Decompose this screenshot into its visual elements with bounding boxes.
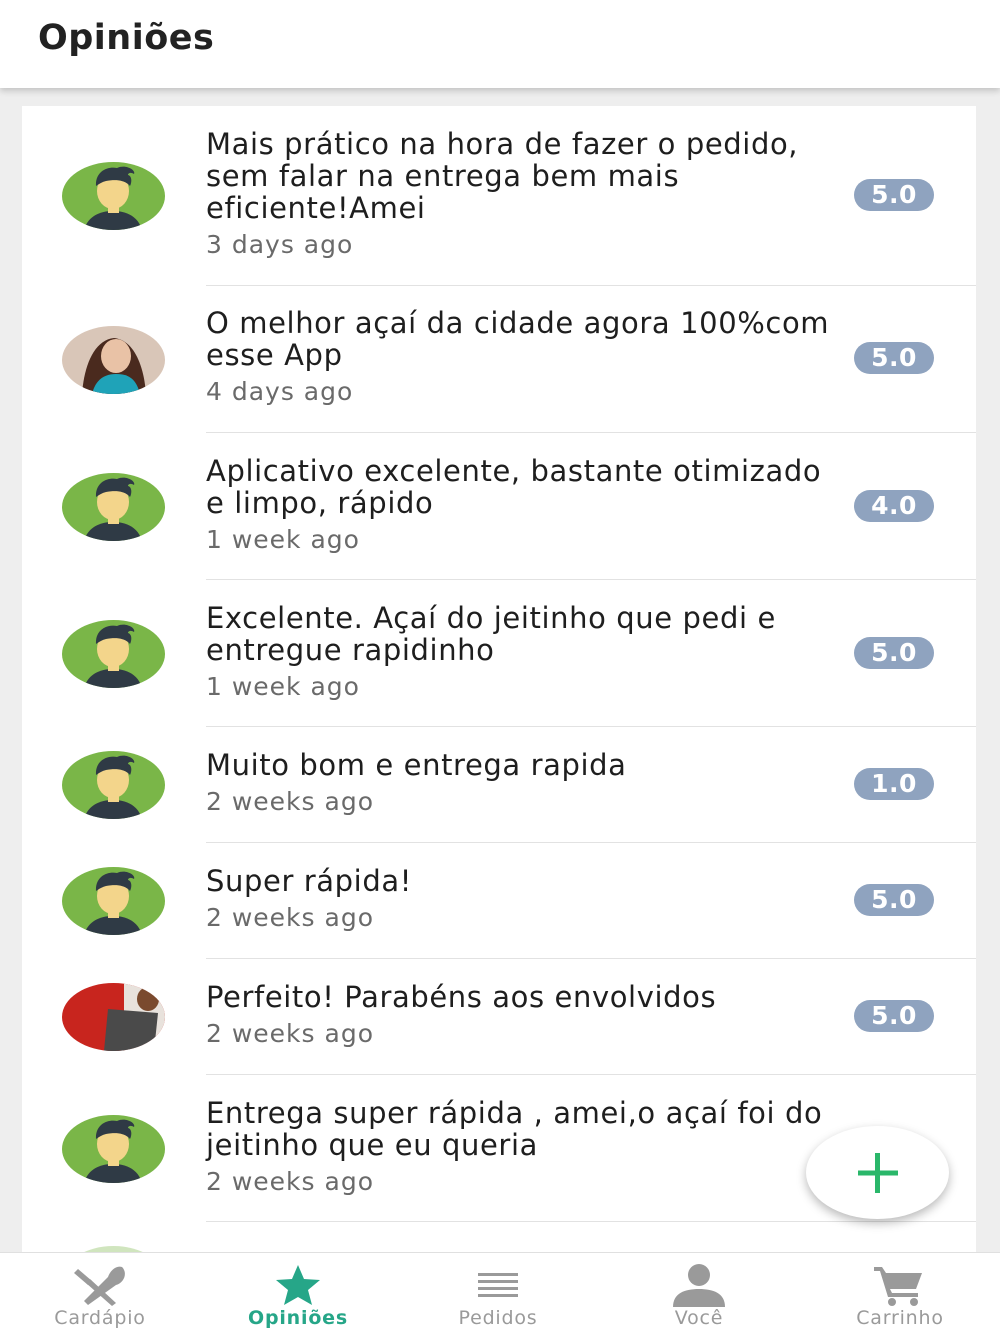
rating-badge: 5.0	[854, 1000, 934, 1032]
rating-badge: 5.0	[854, 342, 934, 374]
rating-badge: 1.0	[854, 768, 934, 800]
app-header: Opiniões	[0, 0, 1000, 88]
rating-badge: 5.0	[854, 637, 934, 669]
review-item[interactable]: Muito bom e entrega rapida 2 weeks ago 1…	[22, 727, 976, 843]
nav-label: Opiniões	[248, 1307, 348, 1329]
bottom-navigation: Cardápio Opiniões Pedidos Você Carrinho	[0, 1252, 1000, 1334]
review-text: Muito bom e entrega rapida	[206, 748, 627, 782]
review-time: 3 days ago	[206, 230, 354, 259]
rating-badge: 5.0	[854, 179, 934, 211]
list-icon	[478, 1273, 518, 1297]
nav-voce[interactable]: Você	[599, 1253, 799, 1334]
utensils-icon	[74, 1266, 125, 1306]
nav-label: Pedidos	[458, 1307, 538, 1329]
user-photo-avatar	[62, 326, 165, 394]
plus-icon	[858, 1153, 898, 1193]
review-item[interactable]: Perfeito! Parabéns aos envolvidos 2 week…	[22, 959, 976, 1075]
review-text: Excelente. Açaí do jeitinho que pedi e e…	[206, 601, 776, 667]
reviews-list[interactable]: Mais prático na hora de fazer o pedido, …	[22, 106, 976, 1256]
review-time: 2 weeks ago	[206, 1167, 374, 1196]
user-photo-avatar	[62, 983, 165, 1051]
nav-label: Cardápio	[54, 1307, 146, 1329]
nav-opinioes[interactable]: Opiniões	[198, 1253, 398, 1334]
default-avatar	[62, 867, 165, 935]
default-avatar	[62, 473, 165, 541]
review-text: Mais prático na hora de fazer o pedido, …	[206, 127, 799, 225]
review-item[interactable]: Excelente. Açaí do jeitinho que pedi e e…	[22, 580, 976, 727]
nav-carrinho[interactable]: Carrinho	[800, 1253, 1000, 1334]
cart-icon	[874, 1267, 922, 1306]
default-avatar	[62, 162, 165, 230]
review-item-partial[interactable]	[22, 1222, 976, 1256]
review-text: Aplicativo excelente, bastante otimizado…	[206, 454, 822, 520]
review-text: Entrega super rápida , amei,o açaí foi d…	[206, 1096, 823, 1162]
review-item[interactable]: Mais prático na hora de fazer o pedido, …	[22, 106, 976, 286]
nav-cardapio[interactable]: Cardápio	[0, 1253, 200, 1334]
nav-label: Você	[674, 1307, 724, 1329]
review-time: 1 week ago	[206, 672, 360, 701]
nav-label: Carrinho	[856, 1307, 944, 1329]
nav-pedidos[interactable]: Pedidos	[398, 1253, 598, 1334]
review-text: O melhor açaí da cidade agora 100%com es…	[206, 306, 830, 372]
review-time: 2 weeks ago	[206, 903, 374, 932]
review-text: Super rápida!	[206, 864, 412, 898]
default-avatar	[62, 620, 165, 688]
review-item[interactable]: Super rápida! 2 weeks ago 5.0	[22, 843, 976, 959]
person-icon	[673, 1264, 725, 1307]
review-item[interactable]: Aplicativo excelente, bastante otimizado…	[22, 433, 976, 580]
review-time: 4 days ago	[206, 377, 354, 406]
review-text: Perfeito! Parabéns aos envolvidos	[206, 980, 717, 1014]
star-icon	[276, 1265, 320, 1305]
add-review-button[interactable]	[806, 1126, 949, 1219]
page-title: Opiniões	[38, 18, 215, 58]
rating-badge: 4.0	[854, 490, 934, 522]
rating-badge: 5.0	[854, 884, 934, 916]
review-time: 2 weeks ago	[206, 787, 374, 816]
review-time: 2 weeks ago	[206, 1019, 374, 1048]
default-avatar	[62, 751, 165, 819]
review-item[interactable]: O melhor açaí da cidade agora 100%com es…	[22, 286, 976, 433]
default-avatar	[62, 1115, 165, 1183]
review-time: 1 week ago	[206, 525, 360, 554]
